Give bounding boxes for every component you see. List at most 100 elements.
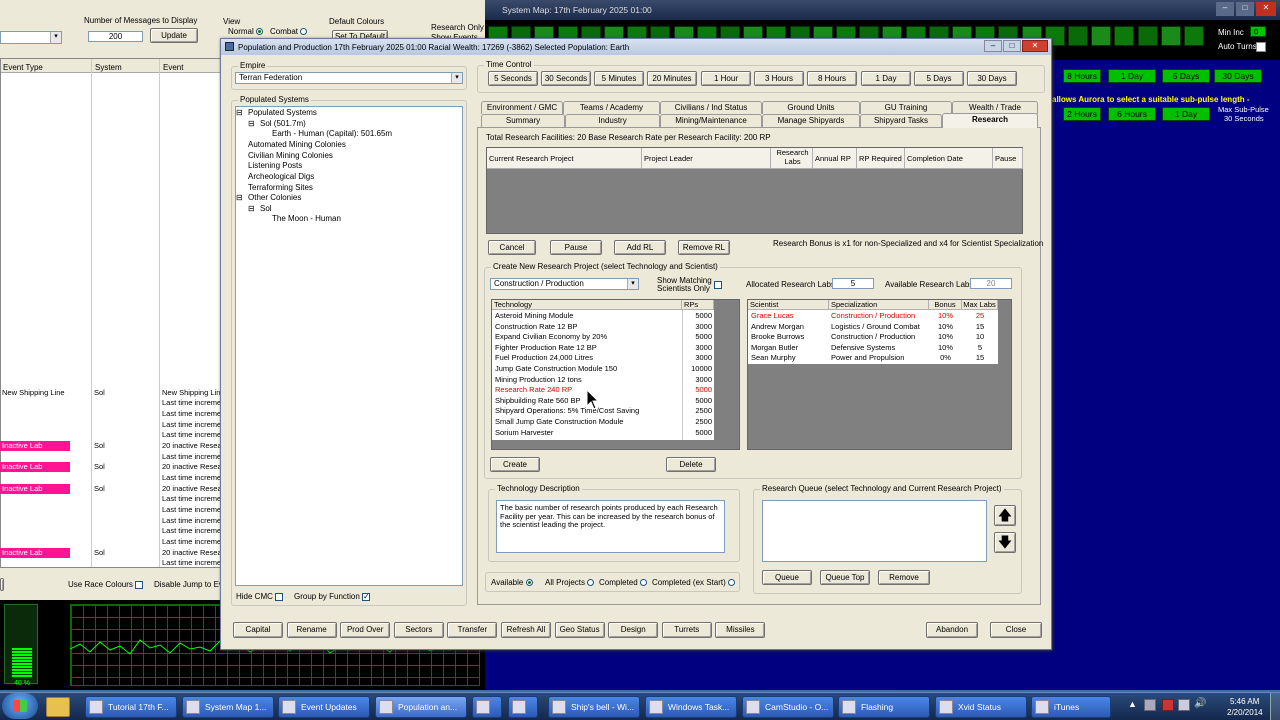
tree-node[interactable]: Automated Mining Colonies (248, 140, 346, 150)
start-button[interactable] (2, 693, 38, 719)
view-normal-radio[interactable]: Normal (228, 27, 264, 37)
event-row[interactable]: Inactive Lab Sol 20 inactive Research (0, 484, 222, 494)
event-row[interactable]: Inactive Lab Sol 20 inactive Research (0, 441, 222, 451)
scientist-list[interactable]: Scientist Specialization Bonus Max Labs … (747, 299, 1012, 450)
min-inc-input[interactable]: 0 (1250, 26, 1266, 37)
tree-expander-icon[interactable]: ⊟ (236, 193, 243, 203)
tab-row1[interactable]: Civilians / Ind Status (660, 101, 762, 114)
time-step-button[interactable]: 8 Hours (807, 71, 857, 86)
tab-row2[interactable]: Research (942, 113, 1038, 128)
event-row[interactable]: Last time increment (0, 409, 222, 419)
event-row[interactable]: Last time increment (0, 398, 222, 408)
tab-row2[interactable]: Summary (481, 114, 565, 127)
tree-node[interactable]: ⊟ Populated Systems (236, 108, 317, 118)
scientist-row[interactable]: Andrew Morgan Logistics / Ground Combat 10… (748, 322, 998, 333)
tech-row[interactable]: Shipyard Operations: 5% Time/Cost Saving… (492, 406, 714, 417)
minimize-icon[interactable]: – (1216, 2, 1234, 16)
tray-flag-icon[interactable] (1162, 699, 1174, 711)
tech-row[interactable]: Expand Civilian Economy by 20% 5000 (492, 332, 714, 343)
tab-row2[interactable]: Manage Shipyards (762, 114, 860, 127)
queue-top-button[interactable]: Queue Top (820, 570, 870, 585)
time-step-button[interactable]: 20 Minutes (647, 71, 697, 86)
time-step-button[interactable]: 1 Hour (701, 71, 751, 86)
tech-row[interactable]: Research Rate 240 RP 5000 (492, 385, 714, 396)
taskbar-button[interactable] (472, 696, 502, 718)
tab-row1[interactable]: Teams / Academy (563, 101, 660, 114)
time-step-button[interactable]: 5 Minutes (594, 71, 644, 86)
filter-available-radio[interactable]: Available (491, 578, 533, 588)
show-matching-checkbox[interactable] (714, 281, 722, 289)
auto-turns-checkbox[interactable] (1256, 42, 1266, 52)
time-step-button[interactable]: 5 Days (914, 71, 964, 86)
dialog-minimize-icon[interactable]: – (984, 40, 1002, 52)
create-button[interactable]: Create (490, 457, 540, 472)
tech-row[interactable]: Construction Rate 12 BP 3000 (492, 322, 714, 333)
taskbar-button[interactable]: Xvid Status (935, 696, 1027, 718)
remove-rl-button[interactable]: Remove RL (678, 240, 730, 255)
close-icon[interactable]: ✕ (1256, 2, 1276, 16)
tray-arrow-icon[interactable]: ▲ (1128, 699, 1137, 709)
taskbar-button[interactable]: Ship's bell - Wi... (548, 696, 640, 718)
tab-row1[interactable]: GU Training (860, 101, 952, 114)
event-row[interactable]: Last time increment (0, 558, 222, 568)
event-row[interactable]: Last time increment (0, 505, 222, 515)
bottom-action-button[interactable]: Turrets (661, 622, 712, 638)
window-controls[interactable]: – □ ✕ (1216, 2, 1278, 16)
tech-row[interactable]: Sorium Harvester 5000 (492, 428, 714, 439)
tab-row2[interactable]: Shipyard Tasks (860, 114, 942, 127)
tree-expander-icon[interactable]: ⊟ (248, 204, 255, 214)
event-row[interactable]: Last time increment (0, 537, 222, 547)
bottom-action-button[interactable]: Design (608, 622, 659, 638)
bottom-action-button[interactable]: Prod Over (340, 622, 391, 638)
tree-node[interactable]: Earth - Human (Capital): 501.65m (272, 129, 392, 139)
subpulse-button[interactable]: 30 Days (1214, 69, 1262, 83)
subpulse-button[interactable]: 2 Hours (1063, 107, 1101, 121)
taskbar-button[interactable]: Population an... (375, 696, 467, 718)
time-step-button[interactable]: 1 Day (861, 71, 911, 86)
event-row[interactable]: Inactive Lab Sol 20 inactive Research (0, 548, 222, 558)
event-row[interactable]: Last time increment (0, 430, 222, 440)
time-step-button[interactable]: 30 Days (967, 71, 1017, 86)
explorer-pin-icon[interactable] (46, 697, 70, 717)
taskbar-button[interactable]: Flashing (838, 696, 930, 718)
bottom-action-button[interactable]: Sectors (393, 622, 444, 638)
event-row[interactable]: Last time increment (0, 452, 222, 462)
taskbar-button[interactable] (508, 696, 538, 718)
filter-completed-radio[interactable]: Completed (599, 578, 647, 588)
bottom-action-button[interactable]: Refresh All (501, 622, 551, 638)
view-combat-radio[interactable]: Combat (270, 27, 308, 37)
taskbar-button[interactable]: Tutorial 17th F... (85, 696, 177, 718)
time-step-button[interactable]: 5 Seconds (488, 71, 538, 86)
scientist-row[interactable]: Grace Lucas Construction / Production 10% 2… (748, 311, 998, 322)
taskbar-button[interactable]: Event Updates (278, 696, 370, 718)
tab-row2[interactable]: Industry (565, 114, 660, 127)
event-row[interactable]: Last time increment (0, 526, 222, 536)
tree-expander-icon[interactable]: ⊟ (236, 108, 243, 118)
queue-button[interactable]: Queue (762, 570, 812, 585)
bottom-action-button[interactable]: Rename (286, 622, 337, 638)
empire-select[interactable]: Terran Federation (235, 72, 463, 84)
pause-button[interactable]: Pause (550, 240, 602, 255)
map-toolbar-icon[interactable] (1184, 26, 1204, 46)
tray-network-icon[interactable] (1144, 699, 1156, 711)
event-filter-select[interactable] (0, 31, 62, 44)
event-row[interactable]: Last time increment (0, 420, 222, 430)
update-button[interactable]: Update (150, 28, 198, 43)
subpulse-button[interactable]: 5 Days (1162, 69, 1210, 83)
dialog-maximize-icon[interactable]: □ (1003, 40, 1021, 52)
tab-row1[interactable]: Environment / GMC (481, 101, 563, 114)
abandon-button[interactable]: Abandon (926, 622, 978, 638)
time-step-button[interactable]: 30 Seconds (541, 71, 591, 86)
subpulse-button[interactable]: 1 Day (1108, 69, 1156, 83)
tech-row[interactable]: Asteroid Mining Module 5000 (492, 311, 714, 322)
time-step-button[interactable]: 3 Hours (754, 71, 804, 86)
tech-row[interactable]: Jump Gate Construction Module 150 10000 (492, 364, 714, 375)
subpulse-button[interactable]: 6 Hours (1108, 107, 1156, 121)
subpulse-button[interactable]: 1 Day (1162, 107, 1210, 121)
move-down-button[interactable]: 🡇 (994, 532, 1016, 553)
tree-expander-icon[interactable]: ⊟ (248, 119, 255, 129)
scientist-row[interactable]: Sean Murphy Power and Propulsion 0% 15 (748, 353, 998, 364)
tree-node[interactable]: Listening Posts (248, 161, 302, 171)
event-row[interactable]: New Shipping Line Sol New Shipping Line (0, 388, 222, 398)
research-category-select[interactable]: Construction / Production (490, 278, 639, 290)
